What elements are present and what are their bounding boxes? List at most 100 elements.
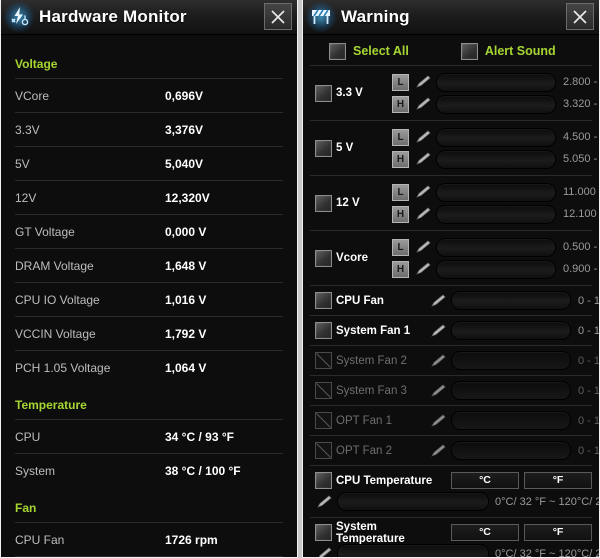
high-threshold-tag[interactable]: H xyxy=(392,150,409,168)
high-threshold-input[interactable] xyxy=(436,94,556,114)
screenshot-root: Hardware Monitor Voltage VCore 0,696V 3.… xyxy=(0,0,600,558)
row-value: 1,648 V xyxy=(165,258,207,273)
table-row: PCH 1.05 Voltage 1,064 V xyxy=(15,350,283,384)
voltage-warning-row: 12 V L 11.000 - 11.900 V H 12.100 - 13.0… xyxy=(310,175,599,230)
row-enable-checkbox[interactable] xyxy=(314,322,332,339)
celsius-button[interactable]: °C xyxy=(451,524,519,541)
high-threshold-input[interactable] xyxy=(436,259,556,279)
hardware-monitor-titlebar[interactable]: Hardware Monitor xyxy=(1,0,297,35)
voltage-warning-row: 5 V L 4.500 - 4.900 V H 5.050 - 5.500 V xyxy=(310,120,599,175)
celsius-button[interactable]: °C xyxy=(451,472,519,489)
section-heading-fan: Fan xyxy=(15,501,37,515)
table-row: 3.3V 3,376V xyxy=(15,112,283,146)
temperature-range: 0°C/ 32 °F ~ 120°C/ 248 °F xyxy=(495,547,599,558)
edit-pencil-icon xyxy=(416,240,431,253)
row-label: 5 V xyxy=(336,142,354,154)
row-enable-checkbox[interactable] xyxy=(314,84,332,102)
hardware-monitor-close-button[interactable] xyxy=(264,3,292,30)
edit-pencil-icon xyxy=(431,354,446,367)
high-threshold-tag[interactable]: H xyxy=(392,95,409,113)
row-label: DRAM Voltage xyxy=(15,258,94,273)
fan-threshold-input xyxy=(451,441,571,460)
temperature-threshold-input[interactable] xyxy=(337,492,489,511)
high-threshold-input[interactable] xyxy=(436,149,556,169)
low-threshold-input[interactable] xyxy=(436,72,556,92)
fan-threshold-input[interactable] xyxy=(451,321,571,340)
low-threshold-tag[interactable]: L xyxy=(392,128,409,146)
select-all-label: Select All xyxy=(353,44,409,58)
row-value: 3,376V xyxy=(165,122,204,137)
fan-warning-row: OPT Fan 2 0 - 12000 rpm xyxy=(310,435,599,465)
low-threshold-input[interactable] xyxy=(436,127,556,147)
fan-warning-row: CPU Fan 0 - 12000 rpm xyxy=(310,285,599,315)
row-label: CPU Fan xyxy=(15,532,65,547)
alert-sound-checkbox[interactable] xyxy=(460,42,478,60)
voltage-warning-row: Vcore L 0.500 - 0.800 V H 0.900 - 1.800 … xyxy=(310,230,599,285)
row-label: CPU IO Voltage xyxy=(15,292,100,307)
row-value: 34 °C / 93 °F xyxy=(165,429,234,444)
edit-pencil-icon xyxy=(416,152,431,165)
row-label: VCCIN Voltage xyxy=(15,326,96,341)
high-threshold-range: 0.900 - 1.800 V xyxy=(563,263,599,275)
close-icon xyxy=(271,10,285,24)
row-label: System Fan 3 xyxy=(336,384,407,397)
section-heading-voltage: Voltage xyxy=(15,57,58,71)
hardware-monitor-title: Hardware Monitor xyxy=(39,7,187,26)
hardware-monitor-list: Voltage VCore 0,696V 3.3V 3,376V 5V 5,04… xyxy=(1,35,297,557)
fahrenheit-button[interactable]: °F xyxy=(524,524,592,541)
temperature-range: 0°C/ 32 °F ~ 120°C/ 248 °F xyxy=(495,495,599,508)
low-threshold-tag[interactable]: L xyxy=(392,183,409,201)
fan-warning-row: System Fan 1 0 - 12000 rpm xyxy=(310,315,599,345)
low-threshold-tag[interactable]: L xyxy=(392,73,409,91)
row-enable-checkbox-disabled xyxy=(314,352,332,369)
warning-body: Select All Alert Sound 3.3 V L 2.800 - 3… xyxy=(303,37,599,557)
edit-pencil-icon xyxy=(416,262,431,275)
row-enable-checkbox[interactable] xyxy=(314,472,332,489)
fan-threshold-input[interactable] xyxy=(451,291,571,310)
low-threshold-input[interactable] xyxy=(436,237,556,257)
table-row: CPU IO Voltage 1,016 V xyxy=(15,282,283,316)
fahrenheit-button[interactable]: °F xyxy=(524,472,592,489)
high-threshold-tag[interactable]: H xyxy=(392,205,409,223)
row-enable-checkbox[interactable] xyxy=(314,249,332,267)
high-threshold-range: 12.100 - 13.000 V xyxy=(563,208,599,220)
edit-pencil-icon xyxy=(431,324,446,337)
row-label: 12V xyxy=(15,190,37,205)
select-all-checkbox[interactable] xyxy=(329,42,346,60)
row-label: OPT Fan 2 xyxy=(336,444,393,457)
warning-header-row: Select All Alert Sound xyxy=(310,37,592,65)
row-enable-checkbox[interactable] xyxy=(314,292,332,309)
hardware-monitor-window: Hardware Monitor Voltage VCore 0,696V 3.… xyxy=(0,0,298,558)
fan-threshold-input xyxy=(451,381,571,400)
edit-pencil-icon xyxy=(317,495,332,508)
row-label: System Fan 1 xyxy=(336,324,411,337)
hardware-monitor-icon xyxy=(3,1,35,33)
edit-pencil-icon xyxy=(431,414,446,427)
row-label: CPU xyxy=(15,429,41,444)
low-threshold-input[interactable] xyxy=(436,182,556,202)
row-label: System Temperature xyxy=(336,520,405,545)
low-threshold-range: 0.500 - 0.800 V xyxy=(563,241,599,253)
low-threshold-tag[interactable]: L xyxy=(392,238,409,256)
table-row: System 38 °C / 100 °F xyxy=(15,453,283,487)
edit-pencil-icon xyxy=(416,97,431,110)
alert-sound-label: Alert Sound xyxy=(484,44,556,58)
high-threshold-tag[interactable]: H xyxy=(392,260,409,278)
edit-pencil-icon xyxy=(431,384,446,397)
temperature-threshold-input[interactable] xyxy=(337,544,489,557)
row-enable-checkbox[interactable] xyxy=(314,194,332,212)
high-threshold-range: 5.050 - 5.500 V xyxy=(563,153,599,165)
row-enable-checkbox-disabled xyxy=(314,442,332,459)
row-label: GT Voltage xyxy=(15,224,75,239)
section-heading-temperature: Temperature xyxy=(15,398,87,412)
warning-titlebar[interactable]: Warning xyxy=(303,0,599,35)
temperature-warning-row: System Temperature °C °F 0°C/ 32 °F ~ 12… xyxy=(310,517,599,557)
voltage-warning-row: 3.3 V L 2.800 - 3.280 V H 3.320 - 3.800 … xyxy=(310,65,599,120)
edit-pencil-icon xyxy=(416,130,431,143)
row-enable-checkbox[interactable] xyxy=(314,139,332,157)
high-threshold-input[interactable] xyxy=(436,204,556,224)
row-enable-checkbox[interactable] xyxy=(314,524,332,541)
row-label: 3.3 V xyxy=(336,87,363,99)
row-label: CPU Fan xyxy=(336,294,384,307)
warning-close-button[interactable] xyxy=(566,3,594,30)
